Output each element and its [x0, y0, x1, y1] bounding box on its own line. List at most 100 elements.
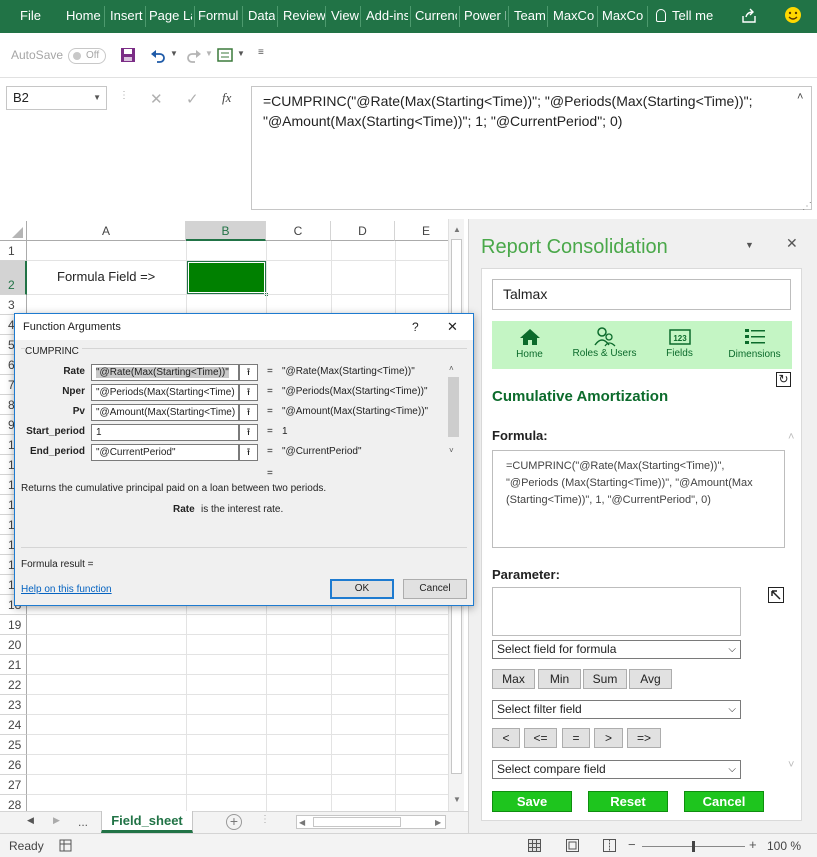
row-header[interactable]: 20 [0, 635, 27, 655]
tab-insert[interactable]: Insert [110, 0, 143, 33]
horizontal-scrollbar[interactable]: ◀ ▶ [296, 815, 446, 829]
pane-close-icon[interactable]: ✕ [786, 235, 798, 252]
tab-maxcor-2[interactable]: MaxCor [602, 0, 644, 33]
less-than-button[interactable]: < [492, 728, 520, 748]
pane-options-icon[interactable]: ▼ [745, 240, 754, 250]
cancel-button[interactable]: Cancel [684, 791, 764, 812]
tab-data[interactable]: Data [248, 0, 275, 33]
row-header[interactable]: 26 [0, 755, 27, 775]
insert-function-icon[interactable]: fx [222, 90, 231, 106]
scroll-down-icon[interactable]: ▼ [453, 795, 461, 804]
equal-button[interactable]: = [562, 728, 590, 748]
sum-button[interactable]: Sum [583, 669, 627, 689]
redo-dropdown-icon[interactable]: ▼ [205, 49, 213, 58]
more-sheets-button[interactable]: ... [78, 815, 88, 829]
sheet-tab-field-sheet[interactable]: Field_sheet [101, 811, 193, 833]
row-header[interactable]: 3 [0, 295, 27, 315]
smiley-feedback-icon[interactable] [784, 6, 802, 24]
collapse-dialog-icon[interactable]: ⭱ [239, 364, 258, 381]
tab-currency[interactable]: Currenc [415, 0, 457, 33]
tab-add-ins[interactable]: Add-ins [366, 0, 408, 33]
split-grip-icon[interactable]: ⋮ [260, 814, 270, 825]
scroll-up-icon[interactable]: ▲ [453, 225, 461, 234]
scroll-sheets-left-icon[interactable]: ◀ [27, 815, 34, 826]
tab-formulas[interactable]: Formul [198, 0, 240, 33]
help-icon[interactable]: ? [412, 314, 419, 340]
nav-fields[interactable]: 123 Fields [642, 321, 717, 369]
row-header[interactable]: 1 [0, 241, 27, 261]
row-header[interactable]: 27 [0, 775, 27, 795]
arg-input-end-period[interactable]: "@CurrentPeriod" [91, 444, 239, 461]
row-header[interactable]: 2 [0, 261, 27, 295]
add-sheet-icon[interactable]: + [226, 814, 242, 830]
args-scroll-down-icon[interactable]: ˅ [449, 446, 454, 455]
row-header[interactable]: 23 [0, 695, 27, 715]
compare-select[interactable]: Select compare field ⌵ [492, 760, 741, 779]
avg-button[interactable]: Avg [629, 669, 672, 689]
formula-input[interactable]: =CUMPRINC("@Rate(Max(Starting<Time))"; "… [251, 86, 812, 210]
row-header[interactable]: 22 [0, 675, 27, 695]
dialog-title-bar[interactable]: Function Arguments ? ✕ [15, 314, 473, 340]
scroll-sheets-right-icon[interactable]: ▶ [53, 815, 60, 826]
cell-b2-selected[interactable] [186, 260, 267, 295]
tab-power-pivot[interactable]: Power P [464, 0, 506, 33]
pane-scroll-down-icon[interactable]: ˅ [788, 759, 794, 771]
greater-equal-button[interactable]: => [627, 728, 661, 748]
arg-input-nper[interactable]: "@Periods(Max(Starting<Time) [91, 384, 239, 401]
company-field[interactable]: Talmax [492, 279, 791, 310]
zoom-out-icon[interactable]: − [628, 837, 636, 852]
normal-view-icon[interactable] [528, 839, 541, 852]
tab-review[interactable]: Review [283, 0, 326, 33]
nav-home[interactable]: Home [492, 321, 567, 369]
nav-roles-users[interactable]: Roles & Users [567, 321, 642, 369]
form-dropdown-icon[interactable]: ▼ [237, 49, 245, 58]
row-header[interactable]: 24 [0, 715, 27, 735]
pane-scroll-up-icon[interactable]: ˄ [788, 431, 794, 443]
column-header-a[interactable]: A [27, 221, 186, 241]
args-scrollbar-thumb[interactable] [448, 377, 459, 437]
close-icon[interactable]: ✕ [447, 314, 458, 340]
share-icon[interactable] [740, 7, 758, 25]
arg-input-rate[interactable]: "@Rate(Max(Starting<Time))" [91, 364, 239, 381]
form-icon[interactable] [217, 47, 233, 63]
page-layout-view-icon[interactable] [566, 839, 579, 852]
undo-icon[interactable] [150, 47, 166, 63]
tab-team[interactable]: Team [514, 0, 546, 33]
greater-than-button[interactable]: > [594, 728, 623, 748]
save-icon[interactable] [120, 47, 136, 63]
formula-textarea[interactable]: =CUMPRINC("@Rate(Max(Starting<Time))", "… [492, 450, 785, 548]
macro-record-icon[interactable] [59, 839, 72, 852]
collapse-dialog-icon[interactable]: ⭱ [239, 384, 258, 401]
scroll-left-icon[interactable]: ◀ [299, 816, 305, 829]
h-scrollbar-thumb[interactable] [313, 817, 401, 827]
row-header[interactable]: 19 [0, 615, 27, 635]
confirm-entry-icon[interactable]: ✓ [186, 90, 199, 108]
refresh-icon[interactable]: ↻ [776, 372, 791, 387]
max-button[interactable]: Max [492, 669, 535, 689]
reset-button[interactable]: Reset [588, 791, 668, 812]
name-box[interactable]: B2 ▼ [6, 86, 107, 110]
insert-parameter-icon[interactable] [768, 587, 784, 603]
args-scroll-up-icon[interactable]: ˄ [449, 364, 454, 373]
select-all-corner[interactable] [0, 221, 27, 241]
column-header-c[interactable]: C [266, 221, 331, 241]
less-equal-button[interactable]: <= [524, 728, 557, 748]
row-header[interactable]: 21 [0, 655, 27, 675]
dialog-cancel-button[interactable]: Cancel [403, 579, 467, 599]
field-select[interactable]: Select field for formula ⌵ [492, 640, 741, 659]
tell-me-search[interactable]: Tell me [656, 0, 713, 33]
collapse-dialog-icon[interactable]: ⭱ [239, 424, 258, 441]
save-button[interactable]: Save [492, 791, 572, 812]
min-button[interactable]: Min [538, 669, 581, 689]
column-header-d[interactable]: D [331, 221, 395, 241]
help-link[interactable]: Help on this function [21, 584, 112, 595]
autosave-toggle[interactable]: Off [68, 48, 106, 64]
redo-icon[interactable] [186, 47, 202, 63]
ok-button[interactable]: OK [330, 579, 394, 599]
collapse-formula-bar-icon[interactable]: ˄ [797, 91, 803, 103]
tab-maxcor-1[interactable]: MaxCor [553, 0, 595, 33]
page-break-view-icon[interactable] [603, 839, 616, 852]
tab-page-layout[interactable]: Page La [149, 0, 192, 33]
customize-qat-icon[interactable]: ≡ [258, 47, 264, 58]
arg-input-pv[interactable]: "@Amount(Max(Starting<Time) [91, 404, 239, 421]
